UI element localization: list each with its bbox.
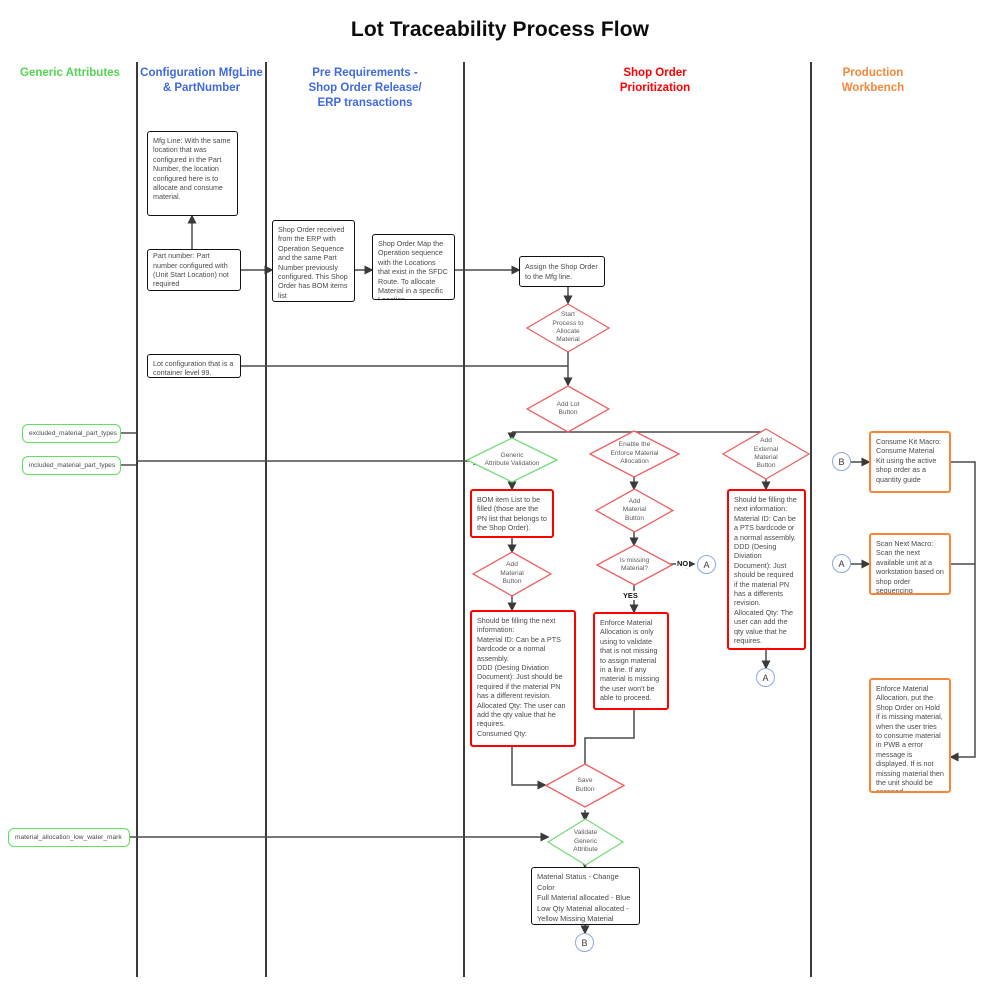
lane-divider-2 [265,62,267,977]
page-title: Lot Traceability Process Flow [350,18,650,41]
node-scan-next-macro[interactable]: Scan Next Macro: Scan the next available… [869,533,951,595]
node-excluded-material-part-types[interactable]: excluded_material_part_types [22,424,121,443]
node-included-material-part-types[interactable]: included_material_part_types [22,456,121,475]
decision-add-material-button-right[interactable]: Add Material Button [595,488,674,533]
node-assign-shop-order[interactable]: Assign the Shop Order to the Mfg line. [519,256,605,287]
node-mfg-line[interactable]: Mfg Line: With the same location that wa… [147,131,238,216]
lane-header-shoporder: Shop Order Prioritization [619,67,691,94]
node-enforce-material-allocation-note[interactable]: Enforce Material Allocation is only usin… [593,612,669,710]
lane-divider-3 [463,62,465,977]
decision-add-material-button-left[interactable]: Add Material Button [472,551,552,597]
node-material-allocation-low-water-mark[interactable]: material_allocation_low_water_mark [8,828,130,847]
node-shop-order-erp[interactable]: Shop Order received from the ERP with Op… [272,220,355,302]
decision-start-process[interactable]: Start Process to Allocate Material [526,303,610,353]
edge-label-no: NO [676,559,690,568]
node-should-be-filling-right[interactable]: Should be filling the next information: … [727,489,806,650]
decision-add-external-material-button[interactable]: Add External Material Button [722,428,810,480]
node-shop-order-map[interactable]: Shop Order Map the Operation sequence wi… [372,234,455,300]
node-lot-configuration[interactable]: Lot configuration that is a container le… [147,354,241,378]
flowchart-canvas: Lot Traceability Process Flow Generic At… [0,0,1000,1000]
connector-a-workbench[interactable]: A [832,554,851,573]
decision-save-button[interactable]: Save Button [545,763,625,808]
decision-add-lot-button[interactable]: Add Lot Button [526,385,610,433]
lane-header-prereq: Pre Requirements - Shop Order Release/ E… [308,67,422,109]
decision-is-missing-material[interactable]: Is missing Material? [596,544,673,586]
lane-header-config: Configuration MfgLine & PartNumber [140,67,263,94]
connector-b-after-material-status[interactable]: B [575,933,594,952]
connector-b-workbench[interactable]: B [832,452,851,471]
node-bom-item-list[interactable]: BOM item List to be filled (those are th… [470,489,554,538]
node-enforce-material-hold[interactable]: Enforce Material Allocation, put the Sho… [869,678,951,793]
lane-divider-1 [136,62,138,977]
connector-a-after-external-material[interactable]: A [756,668,775,687]
decision-enable-enforce-material-allocation[interactable]: Enable the Enforce Material Allocation [589,430,680,478]
node-should-be-filling-left[interactable]: Should be filling the next information: … [470,610,576,747]
edge-label-yes: YES [622,591,639,600]
node-consume-kit-macro[interactable]: Consume Kit Macro: Consume Material Kit … [869,431,951,493]
node-part-number[interactable]: Part number: Part number configured with… [147,249,241,291]
node-material-status[interactable]: Material Status - Change Color Full Mate… [531,867,640,925]
lane-divider-4 [810,62,812,977]
lane-header-generic: Generic Attributes [20,67,120,79]
connector-a-from-missing-material[interactable]: A [697,555,716,574]
decision-generic-attribute-validation[interactable]: Generic Attribute Validation [466,437,558,483]
decision-validate-generic-attribute[interactable]: Validate Generic Attribute [547,818,624,866]
lane-header-workbench: Production Workbench [841,67,905,94]
